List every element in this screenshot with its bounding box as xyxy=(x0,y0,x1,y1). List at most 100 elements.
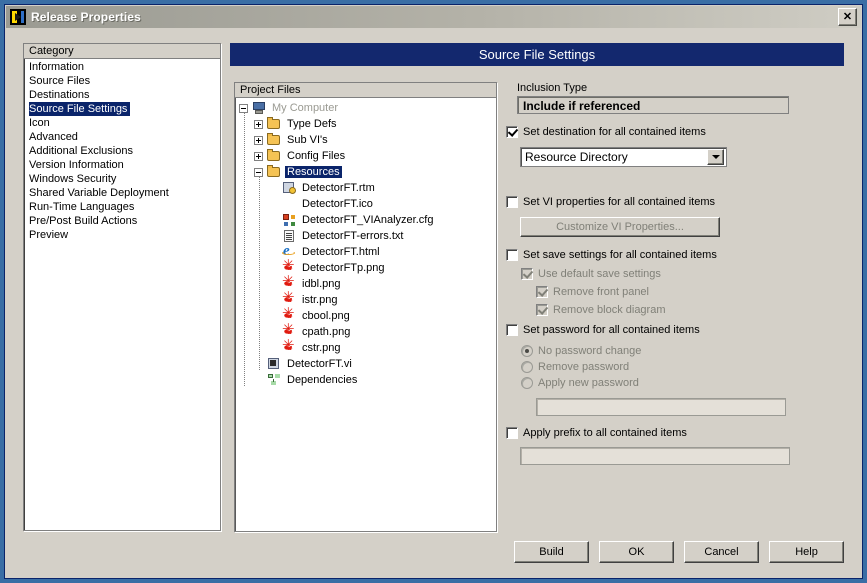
category-listbox[interactable]: Category Information Source Files Destinat… xyxy=(23,43,221,531)
password-option-label: Apply new password xyxy=(538,377,639,389)
dialog-button-bar: Build OK Cancel Help xyxy=(6,541,861,563)
vi-file-icon xyxy=(266,357,282,371)
category-item-destinations[interactable]: Destinations xyxy=(24,88,220,102)
set-password-row[interactable]: Set password for all contained items xyxy=(506,322,846,338)
tree-node[interactable]: cstr.png xyxy=(235,338,496,356)
radio-no-password-change[interactable] xyxy=(521,345,533,357)
expand-icon[interactable] xyxy=(254,119,263,129)
close-button[interactable]: ✕ xyxy=(838,8,857,26)
tree-node[interactable]: istr.png xyxy=(235,290,496,308)
password-options-group[interactable]: No password change Remove password Apply n… xyxy=(521,343,846,391)
category-item-advanced[interactable]: Advanced xyxy=(24,130,220,144)
tree-node[interactable]: Resources xyxy=(235,164,496,180)
tree-node[interactable]: Type Defs xyxy=(235,116,496,132)
category-item-source-file-settings[interactable]: Source File Settings xyxy=(29,102,131,116)
expand-icon[interactable] xyxy=(254,135,263,145)
password-option-row[interactable]: Remove password xyxy=(521,359,846,375)
computer-icon xyxy=(251,101,267,115)
tree-node[interactable]: cpath.png xyxy=(235,322,496,340)
tree-node-label: Sub VI's xyxy=(287,134,328,146)
use-default-save-settings-row[interactable]: Use default save settings xyxy=(521,266,846,282)
category-items[interactable]: Information Source Files Destinations Sourc… xyxy=(24,59,220,242)
png-file-icon xyxy=(281,338,297,355)
build-button[interactable]: Build xyxy=(514,541,589,563)
set-save-settings-checkbox[interactable] xyxy=(506,249,518,261)
expand-icon[interactable] xyxy=(254,151,263,161)
tree-node[interactable]: My Computer xyxy=(235,100,496,116)
tree-node[interactable]: DetectorFT.vi xyxy=(235,356,496,372)
prefix-input[interactable] xyxy=(520,447,790,465)
category-item-source-files[interactable]: Source Files xyxy=(24,74,220,88)
set-password-label: Set password for all contained items xyxy=(523,324,700,336)
category-item-preview[interactable]: Preview xyxy=(24,228,220,242)
ok-button[interactable]: OK xyxy=(599,541,674,563)
tree-node-label: istr.png xyxy=(302,294,338,306)
category-item-run-time-languages[interactable]: Run-Time Languages xyxy=(24,200,220,214)
tree-node[interactable]: cbool.png xyxy=(235,306,496,324)
set-password-checkbox[interactable] xyxy=(506,324,518,336)
rtm-file-icon xyxy=(281,181,297,195)
remove-block-diagram-label: Remove block diagram xyxy=(553,304,666,316)
cancel-button[interactable]: Cancel xyxy=(684,541,759,563)
remove-front-panel-row[interactable]: Remove front panel xyxy=(536,284,846,300)
category-item-version-information[interactable]: Version Information xyxy=(24,158,220,172)
dependencies-icon xyxy=(266,373,282,387)
project-files-tree[interactable]: Project Files My Computer Type Defs Sub VI… xyxy=(234,82,497,532)
tree-node[interactable]: Config Files xyxy=(235,148,496,164)
tree-node-label: DetectorFT_VIAnalyzer.cfg xyxy=(302,214,434,226)
remove-block-diagram-row[interactable]: Remove block diagram xyxy=(536,302,846,318)
tree-node[interactable]: Dependencies xyxy=(235,372,496,388)
set-vi-properties-checkbox[interactable] xyxy=(506,196,518,208)
tree-node[interactable]: DetectorFT.rtm xyxy=(235,180,496,196)
page-title-banner: Source File Settings xyxy=(230,43,844,66)
chevron-down-icon[interactable] xyxy=(707,149,724,165)
txt-file-icon xyxy=(281,229,297,243)
password-option-row[interactable]: No password change xyxy=(521,343,846,359)
remove-front-panel-checkbox xyxy=(536,286,548,298)
category-item-shared-variable-deployment[interactable]: Shared Variable Deployment xyxy=(24,186,220,200)
tree-node[interactable]: idbl.png xyxy=(235,274,496,292)
folder-icon xyxy=(266,149,282,163)
labview-vi-icon xyxy=(10,9,26,25)
apply-prefix-checkbox[interactable] xyxy=(506,427,518,439)
apply-prefix-label: Apply prefix to all contained items xyxy=(523,427,687,439)
category-item-windows-security[interactable]: Windows Security xyxy=(24,172,220,186)
tree-node-label: Config Files xyxy=(287,150,346,162)
tree-guide-level-1 xyxy=(244,112,246,386)
radio-remove-password[interactable] xyxy=(521,361,533,373)
set-save-settings-row[interactable]: Set save settings for all contained item… xyxy=(506,247,846,263)
set-save-settings-label: Set save settings for all contained item… xyxy=(523,249,717,261)
dialog-client-area: Category Information Source Files Destinat… xyxy=(6,28,861,577)
destination-value: Resource Directory xyxy=(525,150,628,164)
tree-node[interactable]: DetectorFTp.png xyxy=(235,258,496,276)
help-button[interactable]: Help xyxy=(769,541,844,563)
folder-icon xyxy=(266,133,282,147)
password-option-row[interactable]: Apply new password xyxy=(521,375,846,391)
new-password-input[interactable] xyxy=(536,398,786,416)
tree-node-label: DetectorFT.html xyxy=(302,246,380,258)
tree-node-label: Type Defs xyxy=(287,118,337,130)
radio-apply-new-password[interactable] xyxy=(521,377,533,389)
category-item-pre-post-build-actions[interactable]: Pre/Post Build Actions xyxy=(24,214,220,228)
inclusion-type-label: Inclusion Type xyxy=(517,82,588,94)
tree-node[interactable]: DetectorFT.html xyxy=(235,243,496,260)
destination-dropdown[interactable]: Resource Directory xyxy=(520,147,727,167)
tree-node[interactable]: DetectorFT-errors.txt xyxy=(235,228,496,244)
customize-vi-properties-button[interactable]: Customize VI Properties... xyxy=(520,217,720,237)
set-destination-checkbox[interactable] xyxy=(506,126,518,138)
apply-prefix-row[interactable]: Apply prefix to all contained items xyxy=(506,425,846,441)
tree-node[interactable]: DetectorFT.ico xyxy=(235,196,496,212)
tree-node[interactable]: DetectorFT_VIAnalyzer.cfg xyxy=(235,212,496,228)
category-item-additional-exclusions[interactable]: Additional Exclusions xyxy=(24,144,220,158)
tree-node[interactable]: Sub VI's xyxy=(235,132,496,148)
set-vi-properties-row[interactable]: Set VI properties for all contained item… xyxy=(506,194,846,210)
category-item-icon[interactable]: Icon xyxy=(24,116,220,130)
title-bar: Release Properties ✕ xyxy=(6,6,861,28)
set-destination-row[interactable]: Set destination for all contained items xyxy=(506,124,846,140)
password-option-label: No password change xyxy=(538,345,642,357)
page-title: Source File Settings xyxy=(478,47,596,62)
category-item-information[interactable]: Information xyxy=(24,60,220,74)
remove-front-panel-label: Remove front panel xyxy=(553,286,649,298)
set-destination-label: Set destination for all contained items xyxy=(523,126,706,138)
project-files-tree-body[interactable]: My Computer Type Defs Sub VI's Config Files… xyxy=(235,98,496,388)
